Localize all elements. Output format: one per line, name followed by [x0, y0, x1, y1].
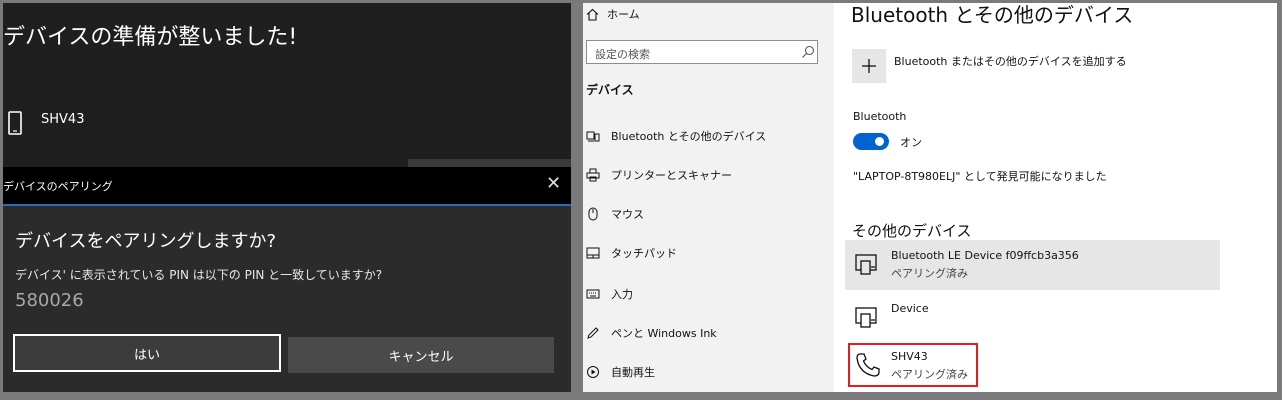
- sidebar-item-label: マウス: [611, 208, 644, 221]
- sidebar-item-label: タッチパッド: [611, 247, 677, 260]
- home-link[interactable]: ホーム: [586, 6, 640, 22]
- sidebar-item-bluetooth[interactable]: Bluetooth とその他のデバイス: [583, 125, 766, 147]
- device-name: SHV43: [41, 112, 85, 127]
- bluetooth-label: Bluetooth: [853, 110, 907, 123]
- printer-icon: [586, 168, 600, 182]
- mouse-icon: [588, 207, 598, 221]
- keyboard-icon: [586, 289, 600, 299]
- sidebar-item-label: Bluetooth とその他のデバイス: [611, 130, 767, 143]
- plus-icon: [862, 59, 876, 73]
- device-name: Device: [891, 302, 929, 315]
- device-name: Bluetooth LE Device f09ffcb3a356: [891, 249, 1079, 262]
- sidebar-item-input[interactable]: 入力: [586, 283, 633, 305]
- ready-title: デバイスの準備が整いました!: [3, 25, 298, 50]
- dialog-body: デバイスをペアリングしますか? デバイス' に表示されている PIN は以下の …: [3, 206, 571, 392]
- highlight-box: [848, 343, 978, 387]
- add-device-label[interactable]: Bluetooth またはその他のデバイスを追加する: [894, 53, 1127, 69]
- settings-sidebar: ホーム 設定の検索 デバイス Bluetooth とその他のデバイス プリンター…: [583, 3, 834, 392]
- sidebar-item-printers[interactable]: プリンターとスキャナー: [586, 164, 732, 186]
- main-content: Bluetooth とその他のデバイス Bluetooth またはその他のデバイ…: [834, 3, 1277, 392]
- device-row[interactable]: Bluetooth LE Device f09ffcb3a356 ペアリング済み: [845, 240, 1220, 290]
- bluetooth-toggle[interactable]: [853, 133, 889, 150]
- autoplay-icon: [587, 366, 599, 378]
- toggle-state-label: オン: [900, 136, 922, 149]
- device-row[interactable]: Device: [845, 293, 1220, 343]
- device-icon: [855, 254, 877, 275]
- sidebar-item-touchpad[interactable]: タッチパッド: [586, 242, 677, 264]
- sidebar-item-label: 入力: [611, 288, 633, 301]
- pairing-question: デバイスをペアリングしますか?: [15, 231, 277, 252]
- pairing-panel: デバイスの準備が整いました! SHV43 デバイスのペアリング ✕ デバイスをペ…: [3, 3, 571, 392]
- search-input[interactable]: 設定の検索: [586, 40, 818, 64]
- sidebar-item-label: プリンターとスキャナー: [611, 169, 732, 182]
- section-title: デバイス: [586, 83, 634, 97]
- pen-icon: [587, 327, 599, 339]
- search-placeholder: 設定の検索: [595, 48, 650, 61]
- sidebar-item-mouse[interactable]: マウス: [586, 203, 644, 225]
- close-icon[interactable]: ✕: [546, 173, 561, 194]
- page-title: Bluetooth とその他のデバイス: [851, 3, 1134, 27]
- cancel-button[interactable]: キャンセル: [288, 337, 554, 373]
- toggle-knob: [875, 137, 884, 146]
- search-icon: [802, 45, 815, 58]
- device-icon: [855, 307, 877, 328]
- touchpad-icon: [586, 247, 600, 259]
- other-devices-title: その他のデバイス: [852, 222, 972, 240]
- device-status: ペアリング済み: [891, 267, 968, 280]
- dialog-header: デバイスのペアリング ✕: [3, 167, 571, 206]
- sidebar-item-pen[interactable]: ペンと Windows Ink: [586, 322, 717, 344]
- home-icon: [586, 8, 599, 21]
- discoverable-text: "LAPTOP-8T980ELJ" として発見可能になりました: [853, 170, 1107, 183]
- dialog-header-title: デバイスのペアリング: [3, 180, 113, 193]
- sidebar-item-label: ペンと Windows Ink: [611, 327, 717, 340]
- phone-icon: [8, 111, 22, 135]
- pin-code: 580026: [15, 290, 84, 311]
- pin-question: デバイス' に表示されている PIN は以下の PIN と一致していますか?: [15, 268, 383, 282]
- yes-button[interactable]: はい: [13, 334, 281, 372]
- add-device-button[interactable]: [852, 49, 886, 83]
- sidebar-item-autoplay[interactable]: 自動再生: [586, 361, 655, 383]
- home-label: ホーム: [607, 8, 640, 21]
- bluetooth-devices-icon: [586, 131, 600, 142]
- sidebar-item-label: 自動再生: [611, 366, 655, 379]
